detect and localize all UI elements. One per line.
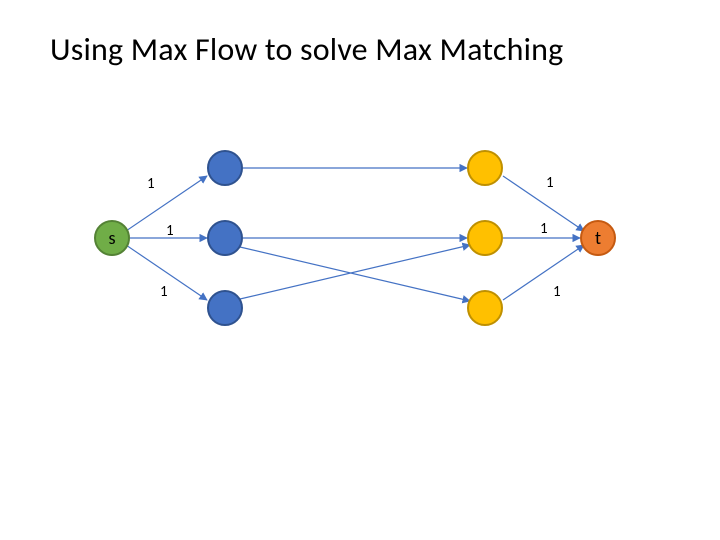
edge-L2-R3 bbox=[240, 247, 470, 301]
node-s: s bbox=[94, 220, 130, 256]
cap-s-L3: 1 bbox=[160, 283, 168, 301]
edge-L3-R2 bbox=[240, 245, 470, 299]
node-t-label: t bbox=[595, 227, 601, 249]
node-L2 bbox=[207, 220, 243, 256]
graph-edges bbox=[0, 0, 720, 540]
node-R1 bbox=[467, 150, 503, 186]
edge-R3-t bbox=[503, 245, 584, 300]
node-L1 bbox=[207, 150, 243, 186]
node-R2 bbox=[467, 220, 503, 256]
node-R3 bbox=[467, 290, 503, 326]
node-s-label: s bbox=[108, 227, 115, 249]
slide: Using Max Flow to solve Max Matching s bbox=[0, 0, 720, 540]
cap-R2-t: 1 bbox=[540, 220, 548, 238]
node-L3 bbox=[207, 290, 243, 326]
cap-R3-t: 1 bbox=[553, 283, 561, 301]
cap-s-L2: 1 bbox=[166, 222, 174, 240]
cap-R1-t: 1 bbox=[546, 174, 554, 192]
node-t: t bbox=[580, 220, 616, 256]
cap-s-L1: 1 bbox=[147, 175, 155, 193]
